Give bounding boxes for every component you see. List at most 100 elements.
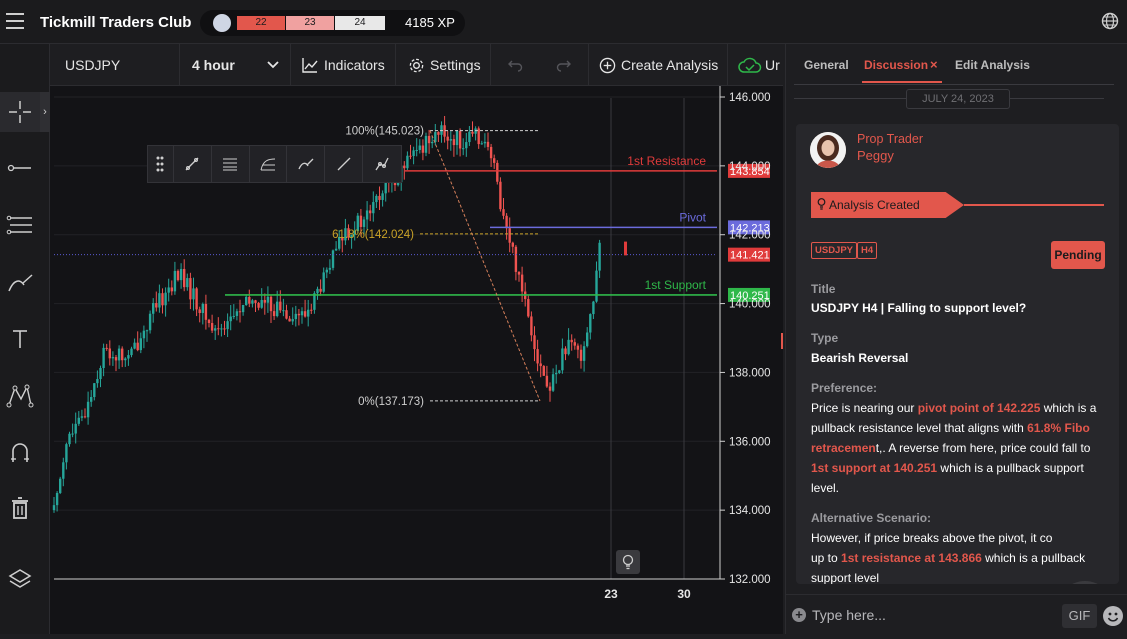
plus-circle-icon	[599, 57, 616, 73]
candle-body	[437, 132, 440, 135]
candle-body	[176, 270, 180, 281]
candle-body	[263, 299, 266, 303]
analysis-card: Prop Trader Peggy Analysis Created USDJP…	[796, 124, 1119, 584]
timeframe-select[interactable]: 4 hour	[180, 44, 291, 86]
candle-body	[378, 195, 381, 200]
candle-body	[99, 367, 102, 380]
symbol-selector[interactable]: USDJPY	[50, 44, 180, 86]
layers-tool[interactable]	[0, 559, 40, 599]
candle-body	[217, 328, 220, 330]
channel-tool[interactable]	[0, 205, 40, 245]
gif-button[interactable]: GIF	[1062, 604, 1097, 628]
candle-body	[508, 228, 511, 243]
fib-levels-icon[interactable]	[212, 146, 250, 182]
redo-button[interactable]	[539, 44, 589, 86]
settings-button[interactable]: Settings	[396, 44, 491, 86]
emoji-icon[interactable]	[1103, 606, 1123, 626]
alternative-text-2: up to	[811, 551, 842, 565]
upload-button[interactable]: Ur	[728, 44, 783, 86]
alternative-line-1: However, if price breaks above the pivot…	[811, 531, 1053, 545]
globe-icon[interactable]	[1101, 12, 1119, 30]
hint-lightbulb-icon[interactable]	[616, 550, 640, 574]
candle-body	[365, 210, 369, 220]
xp-segment: 22	[237, 16, 285, 30]
brush-icon	[8, 274, 33, 292]
candle-body	[533, 335, 536, 350]
trend-line-icon[interactable]	[174, 146, 212, 182]
drag-handle-icon[interactable]	[148, 146, 174, 182]
candle-body	[582, 346, 586, 361]
horizontal-line-tool[interactable]	[0, 148, 40, 188]
text-tool[interactable]	[0, 319, 40, 359]
candle-body	[452, 139, 456, 146]
indicators-label: Indicators	[324, 57, 385, 73]
add-attachment-icon[interactable]: +	[792, 608, 806, 622]
magnet-tool[interactable]	[0, 433, 40, 473]
candle-body	[480, 143, 483, 145]
price-chart[interactable]: 1st Resistance 143.854 Pivot 142.213 1st Sup…	[50, 86, 783, 634]
alternative-line-2: up to 1st resistance at 143.866 which is…	[811, 548, 1106, 568]
candle-body	[195, 288, 198, 310]
candle-body	[440, 125, 443, 135]
timeframe-label: 4 hour	[192, 57, 235, 73]
tab-discussion[interactable]: Discussion	[864, 58, 928, 72]
candle-body	[189, 278, 192, 300]
fib-level-label: 61.8%(142.024)	[332, 229, 414, 241]
brush-icon[interactable]	[287, 146, 326, 182]
candle-body	[62, 462, 65, 479]
active-tab-indicator	[862, 81, 942, 83]
candle-body	[446, 136, 449, 141]
create-analysis-label: Create Analysis	[621, 57, 719, 73]
candle-body	[465, 142, 468, 149]
candle-body	[458, 130, 462, 149]
tool-expand-arrow[interactable]: ›	[40, 92, 50, 132]
chart-toolbar: USDJPY 4 hour Indicators Settings Create…	[50, 44, 783, 86]
candle-body	[303, 311, 307, 317]
candle-body	[536, 349, 539, 364]
candle-body	[198, 309, 201, 314]
tab-general[interactable]: General	[804, 58, 849, 72]
candle-body	[210, 323, 214, 331]
candle-body	[133, 342, 136, 349]
scroll-down-button[interactable]	[1057, 581, 1113, 584]
upload-label: Ur	[765, 57, 780, 73]
candle-body	[294, 313, 297, 320]
delete-tool[interactable]	[0, 488, 40, 528]
candle-body	[564, 348, 567, 355]
path-icon[interactable]	[363, 146, 401, 182]
indicators-button[interactable]: Indicators	[291, 44, 396, 86]
candle-body	[489, 146, 493, 159]
candle-body	[369, 210, 372, 214]
brush-tool[interactable]	[0, 262, 40, 302]
candle-body	[468, 131, 471, 143]
candle-body	[201, 303, 204, 314]
crosshair-icon	[9, 101, 31, 123]
tab-edit-analysis[interactable]: Edit Analysis	[955, 58, 1030, 72]
fib-fan-icon[interactable]	[250, 146, 288, 182]
candle-body	[139, 338, 142, 351]
crosshair-tool[interactable]	[0, 92, 40, 132]
menu-icon[interactable]	[6, 13, 24, 29]
floating-draw-toolbar	[147, 145, 402, 183]
candle-body	[170, 287, 173, 292]
message-input-bar: + GIF	[786, 594, 1127, 634]
current-price-label: 141.421	[730, 250, 770, 262]
preference-text: Price is nearing our pivot point of 142.…	[811, 398, 1106, 498]
ray-icon[interactable]	[325, 146, 364, 182]
candle-body	[409, 155, 412, 157]
candle-body	[505, 215, 508, 229]
candle-body	[462, 148, 465, 150]
undo-button[interactable]	[491, 44, 539, 86]
message-input[interactable]	[812, 603, 1052, 627]
create-analysis-button[interactable]: Create Analysis	[589, 44, 728, 86]
candle-body	[179, 268, 183, 281]
pattern-icon	[6, 384, 34, 408]
close-icon[interactable]: ×	[930, 57, 938, 72]
pattern-tool[interactable]	[0, 376, 40, 416]
candle-body	[415, 149, 418, 151]
fib-level-label: 100%(145.023)	[345, 126, 424, 138]
status-banner: Analysis Created	[811, 192, 964, 218]
candle-body	[455, 130, 459, 146]
candle-body	[257, 302, 260, 308]
candle-body	[586, 332, 589, 347]
